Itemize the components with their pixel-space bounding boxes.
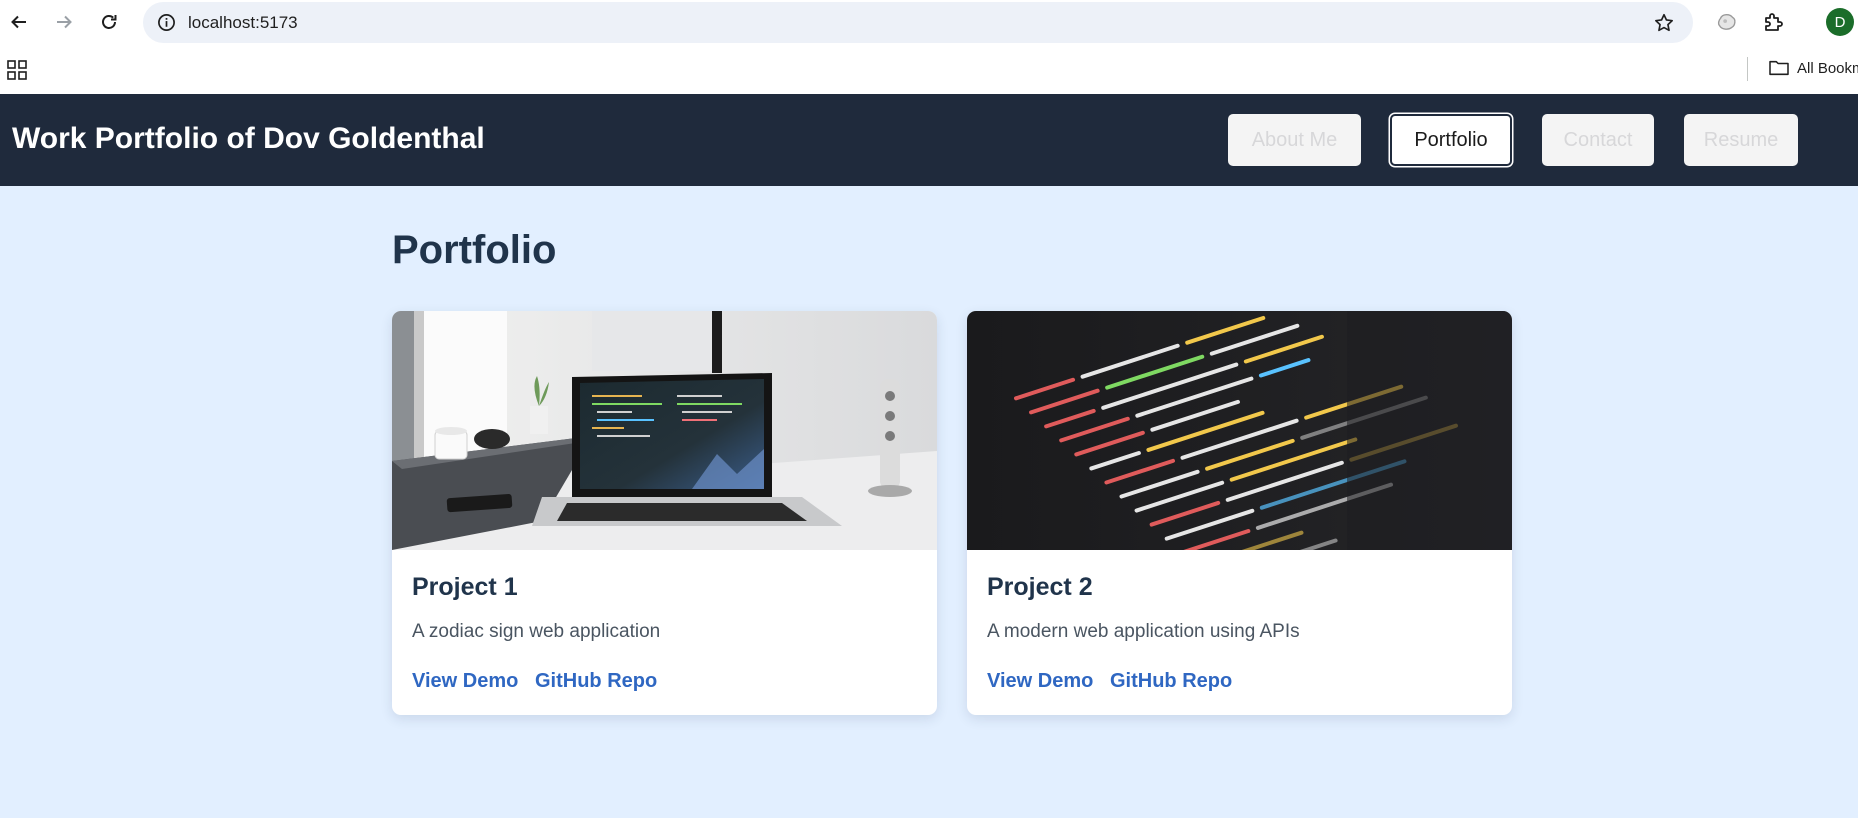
project-title: Project 2	[987, 573, 1093, 601]
page-title: Portfolio	[392, 228, 557, 272]
nav-about-me[interactable]: About Me	[1228, 114, 1361, 166]
project-title: Project 1	[412, 573, 518, 601]
site-header: Work Portfolio of Dov Goldenthal About M…	[0, 94, 1858, 186]
extension-blob-icon[interactable]	[1714, 9, 1740, 35]
bookmarks-separator	[1747, 57, 1748, 81]
star-icon[interactable]	[1653, 12, 1675, 34]
page-viewport: Work Portfolio of Dov Goldenthal About M…	[0, 94, 1858, 818]
back-button[interactable]	[3, 6, 35, 38]
url-text[interactable]: localhost:5173	[188, 13, 298, 33]
github-repo-link[interactable]: GitHub Repo	[535, 670, 657, 693]
forward-button[interactable]	[48, 6, 80, 38]
forward-icon	[57, 15, 72, 29]
nav-contact[interactable]: Contact	[1542, 114, 1654, 166]
apps-grid-icon[interactable]	[7, 60, 27, 80]
browser-toolbar: localhost:5173 D	[0, 0, 1858, 44]
reload-button[interactable]	[93, 6, 125, 38]
all-bookmarks-button[interactable]: All Bookmarks	[1768, 56, 1858, 80]
bookmarks-bar: All Bookmarks	[0, 44, 1858, 94]
address-bar[interactable]: localhost:5173	[143, 2, 1693, 43]
project-card-1: Project 1 A zodiac sign web application …	[392, 311, 937, 715]
code-on-screen-photo	[967, 311, 1512, 550]
laptop-on-desk-photo	[392, 311, 937, 550]
project-card-2: Project 2 A modern web application using…	[967, 311, 1512, 715]
info-icon[interactable]	[157, 13, 176, 32]
site-title: Work Portfolio of Dov Goldenthal	[12, 122, 485, 155]
all-bookmarks-label: All Bookmarks	[1797, 59, 1858, 77]
nav-portfolio[interactable]: Portfolio	[1390, 114, 1512, 166]
nav-resume[interactable]: Resume	[1684, 114, 1798, 166]
reload-icon	[102, 15, 117, 29]
project-description: A zodiac sign web application	[412, 621, 661, 642]
extension-puzzle-icon[interactable]	[1761, 9, 1787, 35]
github-repo-link[interactable]: GitHub Repo	[1110, 670, 1232, 693]
view-demo-link[interactable]: View Demo	[412, 670, 518, 693]
folder-icon	[1769, 60, 1789, 76]
project-description: A modern web application using APIs	[987, 621, 1300, 642]
profile-avatar[interactable]: D	[1826, 8, 1854, 36]
view-demo-link[interactable]: View Demo	[987, 670, 1093, 693]
back-icon	[11, 15, 26, 29]
